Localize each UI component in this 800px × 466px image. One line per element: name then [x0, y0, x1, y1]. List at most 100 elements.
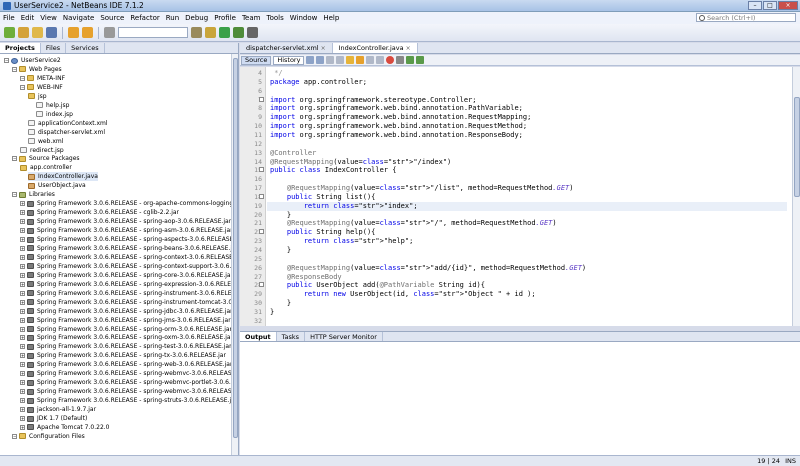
tree-item[interactable]: + Spring Framework 3.0.6.RELEASE - spring… — [20, 271, 233, 280]
tree-item[interactable]: + Spring Framework 3.0.6.RELEASE - spring… — [20, 387, 238, 396]
expand-toggle-icon[interactable]: + — [20, 219, 25, 225]
fold-toggle-icon[interactable] — [259, 193, 264, 199]
expand-toggle-icon[interactable]: − — [12, 156, 17, 162]
tree-item[interactable]: − Source Packages — [12, 154, 80, 163]
tree-item[interactable]: + Spring Framework 3.0.6.RELEASE - spring… — [20, 226, 233, 235]
record-macro-icon[interactable] — [386, 56, 395, 64]
debug-icon[interactable] — [233, 27, 244, 38]
profile-icon[interactable] — [247, 27, 258, 38]
code-line[interactable]: return class="str">"index"; — [267, 201, 787, 211]
history-view-button[interactable]: History — [273, 55, 305, 65]
new-file-icon[interactable] — [4, 27, 15, 38]
expand-toggle-icon[interactable]: + — [20, 398, 25, 404]
maximize-button[interactable]: □ — [763, 1, 777, 10]
expand-toggle-icon[interactable]: + — [20, 237, 25, 242]
back-icon[interactable] — [306, 56, 315, 64]
shift-right-icon[interactable] — [376, 56, 385, 64]
tree-item[interactable]: + Spring Framework 3.0.6.RELEASE - spring… — [20, 262, 238, 271]
code-line[interactable]: package app.controller; — [270, 78, 367, 87]
code-line[interactable]: public String list(){ — [270, 193, 376, 202]
tree-item[interactable]: applicationContext.xml — [28, 119, 108, 128]
source-view-button[interactable]: Source — [241, 55, 272, 65]
find-icon[interactable] — [104, 27, 115, 38]
tree-item[interactable]: + Spring Framework 3.0.6.RELEASE - spring… — [20, 235, 238, 244]
fold-toggle-icon[interactable] — [259, 282, 264, 288]
configuration-select[interactable] — [118, 27, 188, 38]
tree-item[interactable]: + jackson-all-1.9.7.jar — [20, 405, 96, 414]
expand-toggle-icon[interactable]: + — [20, 308, 25, 314]
expand-toggle-icon[interactable]: + — [20, 380, 25, 386]
menu-source[interactable]: Source — [97, 14, 127, 22]
new-project-icon[interactable] — [18, 27, 29, 38]
tree-item[interactable]: − WEB-INF — [20, 83, 63, 92]
uncomment-icon[interactable] — [416, 56, 425, 64]
expand-toggle-icon[interactable]: − — [20, 84, 25, 90]
run-icon[interactable] — [219, 27, 230, 38]
tree-item[interactable]: − META-INF — [20, 74, 65, 83]
forward-icon[interactable] — [316, 56, 325, 64]
expand-toggle-icon[interactable]: + — [20, 281, 25, 287]
tree-item[interactable]: + Spring Framework 3.0.6.RELEASE - spring… — [20, 360, 232, 369]
code-line[interactable]: return new UserObject(id, class="str">"O… — [270, 290, 536, 299]
tree-item[interactable]: + Spring Framework 3.0.6.RELEASE - spring… — [20, 325, 232, 334]
tree-item[interactable]: + Spring Framework 3.0.6.RELEASE - spring… — [20, 351, 226, 360]
code-line[interactable]: import org.springframework.stereotype.Co… — [270, 96, 477, 105]
expand-toggle-icon[interactable]: + — [20, 245, 25, 251]
search-next-icon[interactable] — [336, 56, 345, 64]
tree-item[interactable]: jsp — [28, 92, 47, 101]
expand-toggle-icon[interactable]: + — [20, 210, 25, 216]
expand-toggle-icon[interactable]: + — [20, 228, 25, 234]
comment-icon[interactable] — [406, 56, 415, 64]
expand-toggle-icon[interactable]: + — [20, 317, 25, 323]
menu-team[interactable]: Team — [239, 14, 264, 22]
code-line[interactable]: public String help(){ — [270, 228, 376, 237]
code-line[interactable]: } — [270, 246, 291, 255]
tree-item[interactable]: web.xml — [28, 137, 63, 146]
code-line[interactable]: import org.springframework.web.bind.anno… — [270, 131, 523, 140]
tab-files[interactable]: Files — [41, 43, 67, 53]
tree-item[interactable]: + Spring Framework 3.0.6.RELEASE - spring… — [20, 253, 238, 262]
menu-navigate[interactable]: Navigate — [60, 14, 97, 22]
tree-item[interactable]: UserObject.java — [28, 181, 86, 190]
tree-item[interactable]: + Spring Framework 3.0.6.RELEASE - org-ap… — [20, 199, 238, 208]
close-button[interactable]: × — [778, 1, 798, 10]
close-tab-icon[interactable]: × — [321, 45, 326, 52]
expand-toggle-icon[interactable]: − — [12, 433, 17, 439]
code-line[interactable]: import org.springframework.web.bind.anno… — [270, 122, 527, 131]
tree-item[interactable]: redirect.jsp — [20, 146, 64, 155]
menu-refactor[interactable]: Refactor — [127, 14, 162, 22]
menu-tools[interactable]: Tools — [263, 14, 286, 22]
clean-build-icon[interactable] — [205, 27, 216, 38]
expand-toggle-icon[interactable]: − — [20, 75, 25, 81]
tree-item[interactable]: + JDK 1.7 (Default) — [20, 414, 87, 423]
menu-help[interactable]: Help — [320, 14, 342, 22]
menu-window[interactable]: Window — [287, 14, 321, 22]
tree-item[interactable]: + Spring Framework 3.0.6.RELEASE - spring… — [20, 316, 231, 325]
code-line[interactable]: */ — [270, 69, 282, 78]
code-line[interactable]: return class="str">"help"; — [270, 237, 414, 246]
tree-item[interactable]: + Spring Framework 3.0.6.RELEASE - spring… — [20, 298, 238, 307]
menu-profile[interactable]: Profile — [211, 14, 239, 22]
tab-output[interactable]: Output — [240, 332, 277, 341]
code-editor[interactable]: 4567891011121314151617181920212223242526… — [240, 67, 792, 326]
projects-scrollbar[interactable] — [231, 54, 238, 455]
expand-toggle-icon[interactable]: + — [20, 407, 25, 413]
code-line[interactable]: public class IndexController { — [270, 166, 396, 175]
tree-item[interactable]: + Spring Framework 3.0.6.RELEASE - spring… — [20, 289, 238, 298]
menu-view[interactable]: View — [37, 14, 60, 22]
tree-item[interactable]: − Web Pages — [12, 65, 62, 74]
editor-scrollbar[interactable] — [792, 67, 800, 326]
tree-item[interactable]: + Spring Framework 3.0.6.RELEASE - spring… — [20, 217, 231, 226]
close-tab-icon[interactable]: × — [406, 45, 411, 52]
code-line[interactable]: import org.springframework.web.bind.anno… — [270, 113, 531, 122]
expand-toggle-icon[interactable]: + — [20, 201, 25, 207]
expand-toggle-icon[interactable]: − — [12, 192, 17, 198]
build-icon[interactable] — [191, 27, 202, 38]
tree-item[interactable]: + Spring Framework 3.0.6.RELEASE - spring… — [20, 369, 238, 378]
tab-index-controller[interactable]: IndexController.java × — [332, 43, 418, 53]
scroll-thumb[interactable] — [233, 58, 238, 438]
code-line[interactable]: @RequestMapping(value=class="str">"/inde… — [270, 158, 451, 167]
code-line[interactable]: @RequestMapping(value=class="str">"/", m… — [270, 219, 557, 228]
menu-debug[interactable]: Debug — [182, 14, 211, 22]
search-previous-icon[interactable] — [326, 56, 335, 64]
